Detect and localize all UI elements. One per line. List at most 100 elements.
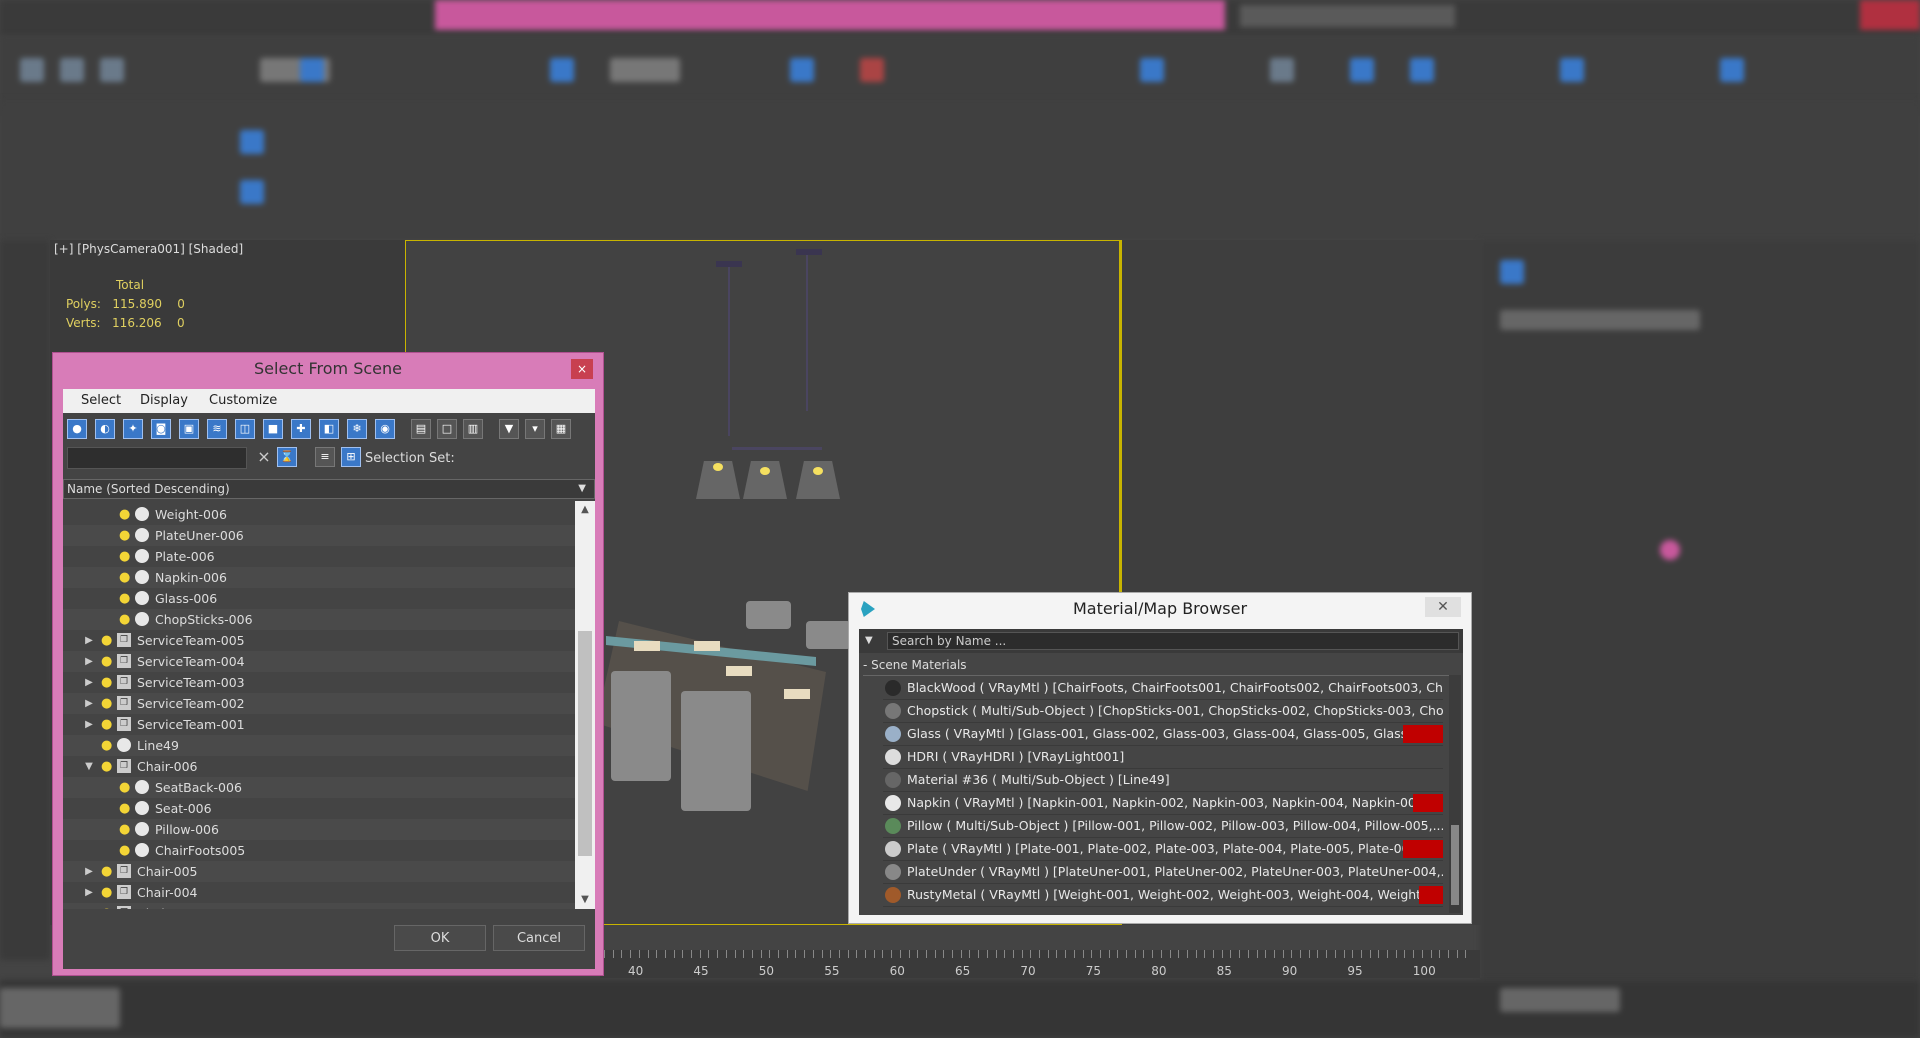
toolbar-icon[interactable] xyxy=(550,58,574,82)
expand-arrow-icon[interactable]: ▶ xyxy=(83,714,95,735)
filter-icon[interactable]: ▼ xyxy=(499,419,519,439)
toolbar-icon[interactable] xyxy=(1350,58,1374,82)
lightbulb-visibility-icon[interactable]: ● xyxy=(101,676,112,689)
menu-display[interactable]: Display xyxy=(140,393,188,408)
list-item[interactable]: ● PlateUner-006 xyxy=(63,525,575,546)
panel-tab-icon[interactable] xyxy=(1500,260,1524,284)
dialog-title[interactable]: Select From Scene xyxy=(53,353,603,385)
lightbulb-visibility-icon[interactable]: ● xyxy=(119,592,130,605)
display-lights-icon[interactable]: ✦ xyxy=(123,419,143,439)
scene-object-list[interactable]: ● Weight-006 ● PlateUner-006 ● Plate-006 ● Napk… xyxy=(63,501,575,909)
panel-field[interactable] xyxy=(1500,310,1700,330)
lightbulb-visibility-icon[interactable]: ● xyxy=(119,844,130,857)
list-item[interactable]: ▶ ● ❐ Chair-003 xyxy=(63,903,575,909)
timeline-ruler[interactable]: 40 45 50 55 60 65 70 75 80 85 90 95 100 xyxy=(600,950,1480,978)
search-options-icon[interactable]: ▼ xyxy=(865,635,873,646)
toolbar-icon[interactable] xyxy=(1560,58,1584,82)
lightbulb-visibility-icon[interactable]: ● xyxy=(119,823,130,836)
toolbar-icon[interactable] xyxy=(20,58,44,82)
menu-select[interactable]: Select xyxy=(81,393,121,408)
lightbulb-visibility-icon[interactable]: ● xyxy=(119,802,130,815)
lightbulb-visibility-icon[interactable]: ● xyxy=(101,697,112,710)
list-scrollbar[interactable]: ▲ ▼ xyxy=(575,501,595,909)
list-item[interactable]: ▶ ● ❐ ServiceTeam-003 xyxy=(63,672,575,693)
lightbulb-visibility-icon[interactable]: ● xyxy=(101,760,112,773)
cancel-button[interactable]: Cancel xyxy=(493,925,585,951)
list-item[interactable]: ▶ ● ❐ Chair-005 xyxy=(63,861,575,882)
ok-button[interactable]: OK xyxy=(394,925,486,951)
lightbulb-visibility-icon[interactable]: ● xyxy=(119,613,130,626)
list-item[interactable]: ● Napkin-006 xyxy=(63,567,575,588)
expand-arrow-icon[interactable]: ▶ xyxy=(83,630,95,651)
filter-settings-icon[interactable]: ▾ xyxy=(525,419,545,439)
list-item[interactable]: ● ChairFoots005 xyxy=(63,840,575,861)
toolbar-icon[interactable] xyxy=(1720,58,1744,82)
viewport-label[interactable]: [+] [PhysCamera001] [Shaded] xyxy=(54,242,243,256)
material-item[interactable]: PlateUnder ( VRayMtl ) [PlateUner-001, P… xyxy=(883,861,1443,884)
display-frozen-icon[interactable]: ❄ xyxy=(347,419,367,439)
material-item[interactable]: Chopstick ( Multi/Sub-Object ) [ChopStic… xyxy=(883,700,1443,723)
ribbon-icon[interactable] xyxy=(240,130,264,154)
material-item[interactable]: Pillow ( Multi/Sub-Object ) [Pillow-001,… xyxy=(883,815,1443,838)
toolbar-icon[interactable] xyxy=(1140,58,1164,82)
app-close-button[interactable] xyxy=(1860,0,1920,30)
display-spacewarps-icon[interactable]: ≋ xyxy=(207,419,227,439)
sort-dropdown-icon[interactable]: ▼ xyxy=(578,480,586,498)
list-item[interactable]: ● Plate-006 xyxy=(63,546,575,567)
display-cameras-icon[interactable]: ◙ xyxy=(151,419,171,439)
lightbulb-visibility-icon[interactable]: ● xyxy=(119,529,130,542)
display-groups-icon[interactable]: ◫ xyxy=(235,419,255,439)
list-item[interactable]: ▼ ● ❐ Chair-006 xyxy=(63,756,575,777)
close-button[interactable]: ✕ xyxy=(1425,597,1461,617)
list-item[interactable]: ▶ ● ❐ Chair-004 xyxy=(63,882,575,903)
list-item[interactable]: ▶ ● ❐ ServiceTeam-004 xyxy=(63,651,575,672)
display-xrefs-icon[interactable]: ■ xyxy=(263,419,283,439)
list-item[interactable]: ● SeatBack-006 xyxy=(63,777,575,798)
invert-display-icon[interactable]: ▥ xyxy=(463,419,483,439)
hierarchy-icon[interactable]: ⊞ xyxy=(341,447,361,467)
material-item[interactable]: RustyMetal ( VRayMtl ) [Weight-001, Weig… xyxy=(883,884,1443,907)
toolbar-icon[interactable] xyxy=(1410,58,1434,82)
search-by-name-input[interactable]: Search by Name ... xyxy=(887,632,1459,650)
expand-arrow-icon[interactable]: ▶ xyxy=(83,903,95,909)
lightbulb-visibility-icon[interactable]: ● xyxy=(101,865,112,878)
menu-customize[interactable]: Customize xyxy=(209,393,277,408)
material-item[interactable]: BlackWood ( VRayMtl ) [ChairFoots, Chair… xyxy=(883,677,1443,700)
toolbar-dropdown[interactable] xyxy=(610,58,680,82)
list-item[interactable]: ● Pillow-006 xyxy=(63,819,575,840)
toolbar-icon[interactable] xyxy=(860,58,884,82)
scrollbar-thumb[interactable] xyxy=(578,631,592,856)
toolbar-icon[interactable] xyxy=(60,58,84,82)
find-input[interactable] xyxy=(67,447,247,469)
lightbulb-visibility-icon[interactable]: ● xyxy=(119,781,130,794)
display-geometry-icon[interactable]: ● xyxy=(67,419,87,439)
ribbon-icon[interactable] xyxy=(240,180,264,204)
lightbulb-visibility-icon[interactable]: ● xyxy=(101,739,112,752)
toolbar-icon[interactable] xyxy=(790,58,814,82)
material-list-scrollbar[interactable] xyxy=(1449,675,1461,913)
toolbar-icon[interactable] xyxy=(100,58,124,82)
display-bones-icon[interactable]: ✚ xyxy=(291,419,311,439)
find-case-sensitive-icon[interactable]: ⌛ xyxy=(277,447,297,467)
lightbulb-visibility-icon[interactable]: ● xyxy=(101,907,112,909)
toolbar-icon[interactable] xyxy=(300,58,324,82)
configure-columns-icon[interactable]: ▦ xyxy=(551,419,571,439)
panel-color-swatch[interactable] xyxy=(1660,540,1680,560)
scroll-up-icon[interactable]: ▲ xyxy=(575,501,595,519)
material-item[interactable]: Material #36 ( Multi/Sub-Object ) [Line4… xyxy=(883,769,1443,792)
lightbulb-visibility-icon[interactable]: ● xyxy=(119,550,130,563)
display-none-icon[interactable]: □ xyxy=(437,419,457,439)
sort-column-header[interactable]: Name (Sorted Descending) ▼ xyxy=(63,479,595,499)
layers-icon[interactable]: ≡ xyxy=(315,447,335,467)
lightbulb-visibility-icon[interactable]: ● xyxy=(119,508,130,521)
display-shapes-icon[interactable]: ◐ xyxy=(95,419,115,439)
display-containers-icon[interactable]: ◧ xyxy=(319,419,339,439)
list-item[interactable]: ● Glass-006 xyxy=(63,588,575,609)
lightbulb-visibility-icon[interactable]: ● xyxy=(101,886,112,899)
close-button[interactable]: × xyxy=(571,359,593,379)
display-hidden-icon[interactable]: ◉ xyxy=(375,419,395,439)
scrollbar-thumb[interactable] xyxy=(1451,825,1459,905)
material-item[interactable]: Glass ( VRayMtl ) [Glass-001, Glass-002,… xyxy=(883,723,1443,746)
display-all-icon[interactable]: ▤ xyxy=(411,419,431,439)
list-item[interactable]: ▶ ● ❐ ServiceTeam-002 xyxy=(63,693,575,714)
